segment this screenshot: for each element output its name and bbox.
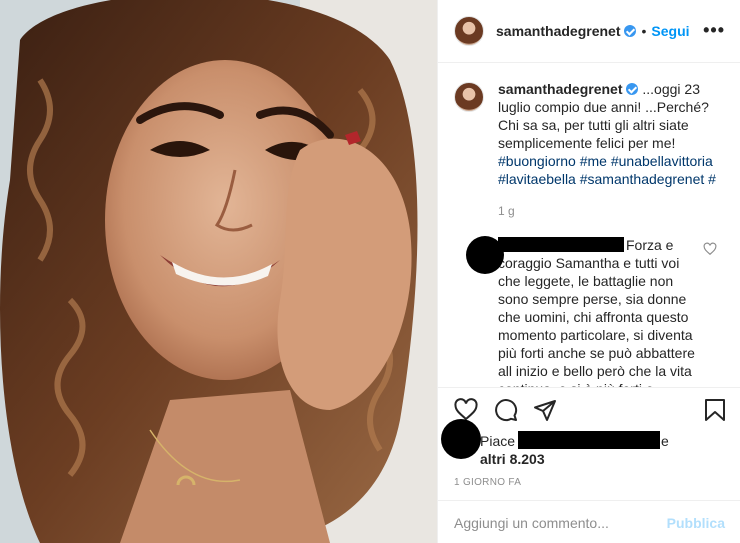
redacted-liker-avatar — [441, 419, 481, 459]
verified-badge-icon — [626, 83, 639, 95]
publish-button[interactable]: Pubblica — [667, 515, 725, 531]
action-icons — [454, 398, 726, 424]
save-bookmark-icon[interactable] — [704, 398, 726, 422]
author-avatar[interactable] — [454, 16, 484, 46]
follow-button[interactable]: Segui — [651, 23, 689, 39]
post-header: samanthadegrenet • Segui ••• — [438, 0, 740, 63]
redacted-liker-name — [518, 431, 660, 449]
caption-username[interactable]: samanthadegrenet — [498, 81, 622, 97]
caption-body: samanthadegrenet ...oggi 23 luglio compi… — [498, 80, 725, 220]
caption-hashtags[interactable]: #buongiorno #me #unabellavittoria #lavit… — [498, 153, 716, 187]
post-photo[interactable] — [0, 0, 437, 543]
more-options-icon[interactable]: ••• — [703, 20, 725, 41]
post-actions: Piace a e altri 8.203 1 GIORNO FA Aggiun… — [438, 387, 740, 543]
caption: samanthadegrenet ...oggi 23 luglio compi… — [454, 80, 725, 220]
likes-count[interactable]: altri 8.203 — [480, 450, 545, 468]
comment-text: Forza e coraggio Samantha e tutti voi ch… — [498, 237, 695, 387]
share-paper-plane-icon[interactable] — [533, 398, 557, 422]
caption-time: 1 g — [498, 204, 515, 218]
post-side-panel: samanthadegrenet • Segui ••• samanthadeg… — [437, 0, 740, 543]
caption-avatar[interactable] — [454, 82, 484, 112]
comment-item: Forza e coraggio Samantha e tutti voi ch… — [454, 236, 725, 387]
add-comment-bar: Aggiungi un commento... Pubblica — [438, 500, 740, 543]
portrait-illustration — [0, 0, 437, 543]
post-date: 1 GIORNO FA — [454, 477, 522, 488]
header-separator: • — [641, 23, 647, 39]
author-username[interactable]: samanthadegrenet — [496, 23, 620, 39]
comment-bubble-icon[interactable] — [494, 398, 518, 422]
comment-like-heart-icon[interactable] — [703, 242, 717, 256]
comment-input[interactable]: Aggiungi un commento... — [454, 515, 667, 531]
redacted-avatar — [466, 236, 504, 274]
verified-badge-icon — [624, 25, 637, 37]
comments-list[interactable]: samanthadegrenet ...oggi 23 luglio compi… — [438, 64, 740, 387]
likes-conjunction: e — [661, 433, 669, 449]
redacted-username — [498, 237, 624, 252]
